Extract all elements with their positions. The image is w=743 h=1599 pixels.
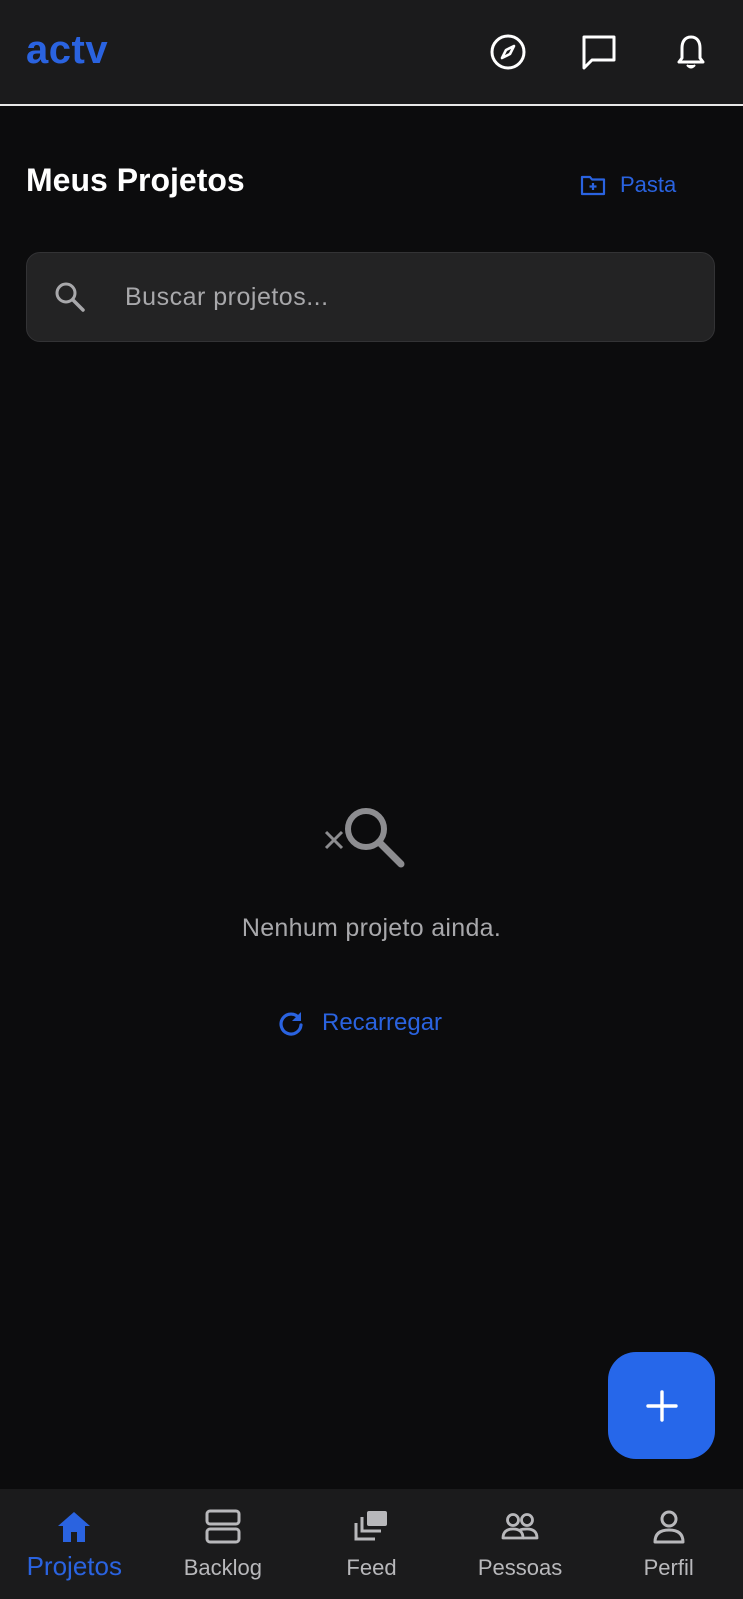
backlog-icon <box>205 1509 241 1544</box>
new-folder-button[interactable]: Pasta <box>580 168 676 202</box>
bottom-navigation: Projetos Backlog Feed Pessoas Perfil <box>0 1489 743 1599</box>
app-root: actv Meus Projetos Pasta Buscar projetos… <box>0 0 743 1599</box>
page-title: Meus Projetos <box>26 162 245 198</box>
nav-item-pessoas[interactable]: Pessoas <box>446 1489 595 1599</box>
nav-label-pessoas: Pessoas <box>477 1555 563 1580</box>
app-logo: actv <box>26 28 109 72</box>
nav-item-projetos[interactable]: Projetos <box>0 1489 149 1599</box>
reload-label: Recarregar <box>322 1009 443 1036</box>
add-project-button[interactable] <box>608 1352 715 1459</box>
refresh-icon <box>279 1012 303 1036</box>
people-icon <box>501 1513 539 1540</box>
search-input[interactable] <box>125 267 714 327</box>
bell-icon <box>677 35 705 69</box>
messages-button[interactable] <box>577 30 621 74</box>
explore-button[interactable] <box>486 30 530 74</box>
folder-plus-icon <box>580 175 606 196</box>
home-icon <box>58 1512 91 1542</box>
nav-item-perfil[interactable]: Perfil <box>594 1489 743 1599</box>
search-bar[interactable] <box>26 252 715 342</box>
notifications-button[interactable] <box>669 30 713 74</box>
plus-icon <box>645 1389 678 1422</box>
compass-icon <box>490 34 526 70</box>
profile-icon <box>653 1510 685 1544</box>
nav-label-backlog: Backlog <box>183 1555 263 1580</box>
new-folder-label: Pasta <box>620 172 677 197</box>
nav-item-feed[interactable]: Feed <box>297 1489 446 1599</box>
feed-icon <box>354 1511 388 1541</box>
search-icon <box>55 282 85 312</box>
empty-state-message: Nenhum projeto ainda. <box>241 914 502 942</box>
nav-item-backlog[interactable]: Backlog <box>149 1489 298 1599</box>
search-off-icon <box>324 808 405 868</box>
top-app-bar: actv <box>0 0 743 106</box>
nav-label-feed: Feed <box>346 1555 397 1580</box>
reload-button[interactable]: Recarregar <box>276 1005 442 1041</box>
nav-label-perfil: Perfil <box>643 1555 694 1580</box>
nav-label-projetos: Projetos <box>26 1551 122 1581</box>
chat-icon <box>582 35 616 70</box>
